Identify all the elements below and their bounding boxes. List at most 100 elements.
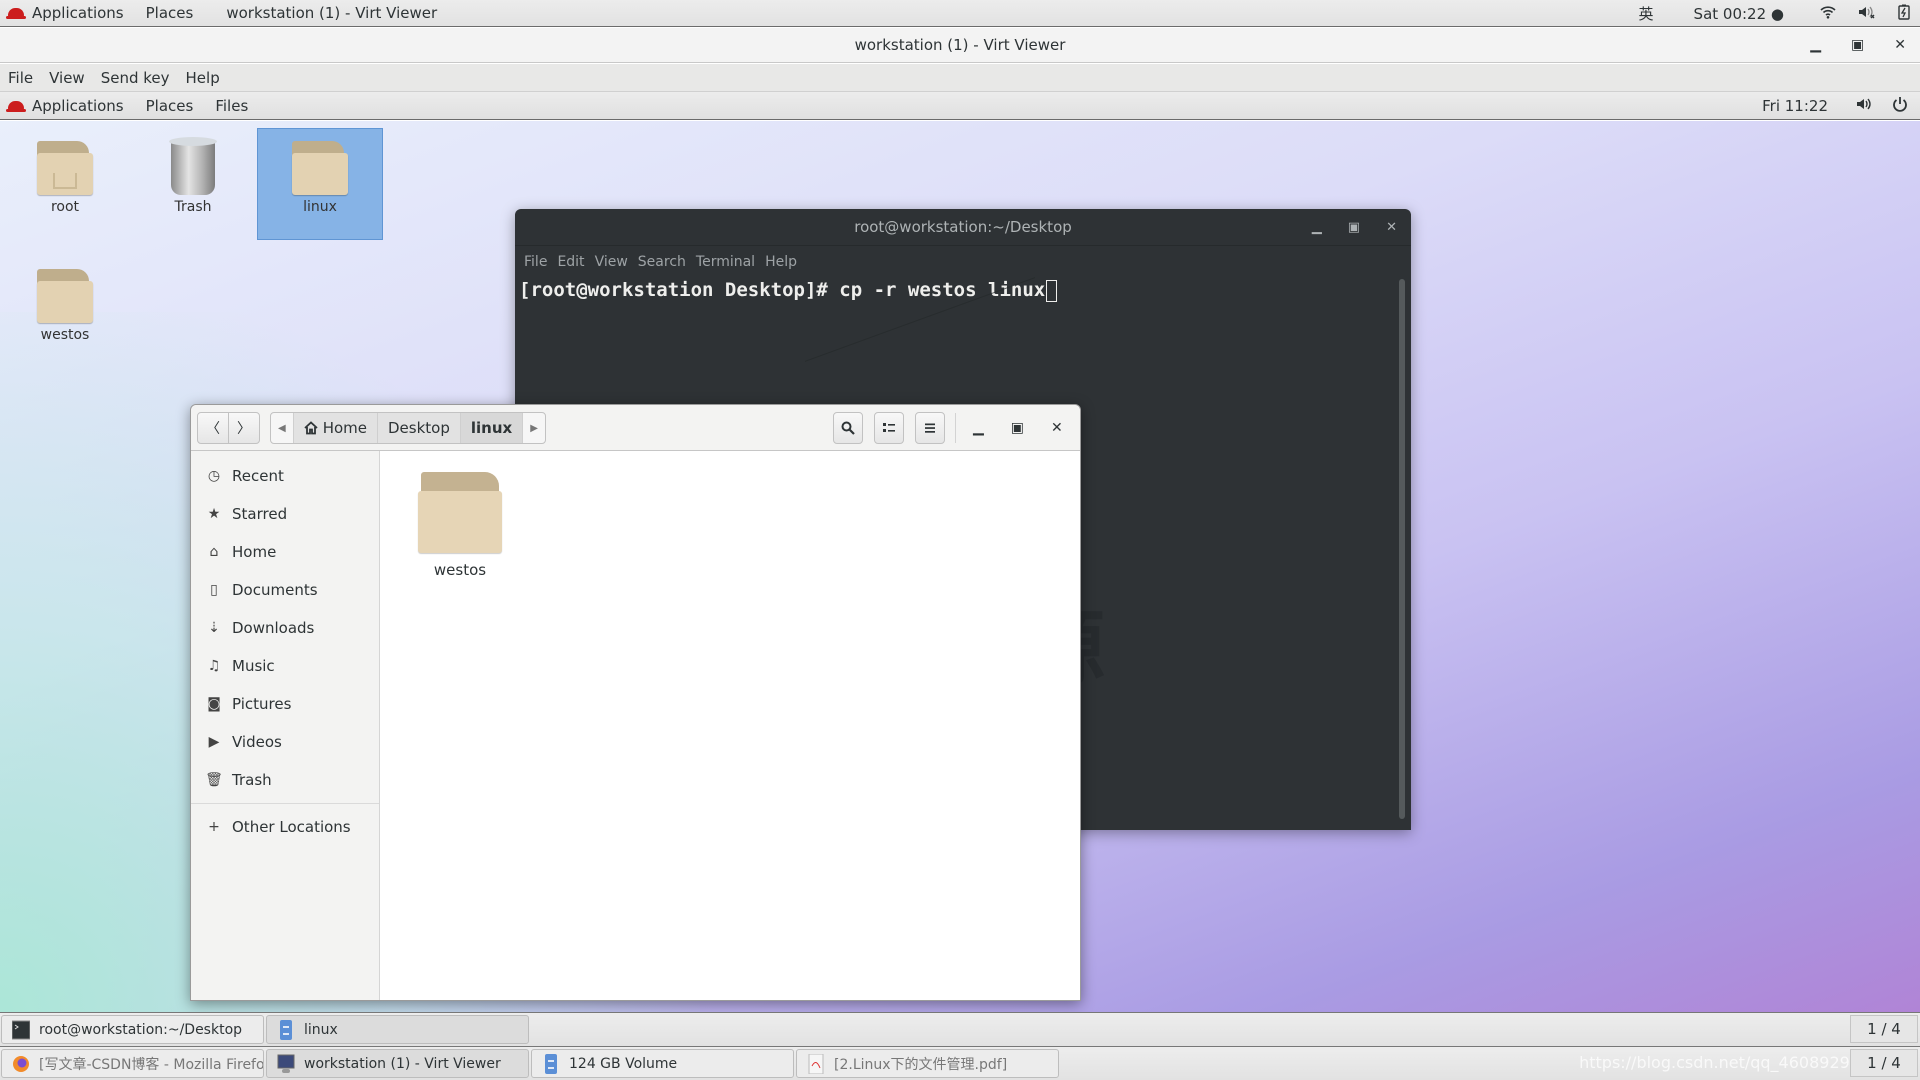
search-button[interactable] bbox=[833, 412, 863, 444]
folder-icon bbox=[418, 469, 502, 553]
sidebar-item-home[interactable]: ⌂ Home bbox=[191, 533, 379, 571]
list-view-icon bbox=[883, 423, 895, 432]
file-item-label: westos bbox=[433, 561, 487, 579]
input-method-indicator[interactable]: 英 bbox=[1639, 3, 1654, 24]
home-icon: ⌂ bbox=[209, 544, 219, 560]
terminal-scrollbar[interactable] bbox=[1399, 279, 1405, 819]
task-linux[interactable]: linux bbox=[266, 1015, 529, 1044]
task-virt-viewer[interactable]: workstation (1) - Virt Viewer bbox=[266, 1049, 529, 1078]
video-icon: ▶ bbox=[208, 734, 220, 750]
guest-taskbar: root@workstation:~/Desktop linux 1 / 4 bbox=[0, 1012, 1920, 1046]
redhat-logo-icon bbox=[6, 8, 26, 19]
host-active-window-title[interactable]: workstation (1) - Virt Viewer bbox=[204, 4, 448, 22]
terminal-titlebar[interactable]: root@workstation:~/Desktop ▁ ▣ ✕ bbox=[515, 209, 1411, 246]
header-separator bbox=[955, 413, 956, 443]
terminal-minimize-button[interactable]: ▁ bbox=[1312, 220, 1322, 235]
terminal-menu-terminal[interactable]: Terminal bbox=[695, 254, 764, 270]
task-terminal[interactable]: root@workstation:~/Desktop bbox=[1, 1015, 264, 1044]
home-folder-icon bbox=[37, 141, 93, 195]
terminal-menu-help[interactable]: Help bbox=[764, 254, 806, 270]
task-label: root@workstation:~/Desktop bbox=[39, 1021, 243, 1038]
viewer-menu-file[interactable]: File bbox=[0, 69, 41, 87]
close-button[interactable]: ✕ bbox=[1894, 37, 1906, 53]
terminal-command-line[interactable]: [root@workstation Desktop]# cp -r westos… bbox=[515, 277, 1411, 305]
guest-clock[interactable]: Fri 11:22 bbox=[1762, 97, 1828, 115]
path-label: linux bbox=[470, 419, 513, 437]
task-label: linux bbox=[304, 1021, 338, 1038]
viewer-menubar: File View Send key Help bbox=[0, 64, 1920, 92]
desktop-icon-label: Trash bbox=[174, 199, 212, 215]
sidebar-item-videos[interactable]: ▶ Videos bbox=[191, 723, 379, 761]
home-icon bbox=[304, 421, 318, 435]
sidebar-item-recent[interactable]: ◷ Recent bbox=[191, 457, 379, 495]
host-top-bar: Applications Places workstation (1) - Vi… bbox=[0, 0, 1920, 27]
sidebar-item-other-locations[interactable]: + Other Locations bbox=[191, 808, 379, 846]
guest-places-menu[interactable]: Places bbox=[135, 97, 205, 115]
path-button-desktop[interactable]: Desktop bbox=[378, 413, 461, 443]
path-bar: ◀ Home Desktop linux ▶ bbox=[270, 412, 546, 444]
files-sidebar: ◷ Recent ★ Starred ⌂ Home ▯ Documents ⇣ Downl… bbox=[191, 451, 380, 1000]
document-icon: ▯ bbox=[210, 582, 218, 598]
task-firefox[interactable]: [写文章-CSDN博客 - Mozilla Firefox] bbox=[1, 1049, 264, 1078]
menu-button[interactable] bbox=[915, 412, 945, 444]
forward-button[interactable]: 〉 bbox=[228, 412, 260, 444]
terminal-maximize-button[interactable]: ▣ bbox=[1348, 220, 1360, 235]
viewer-menu-help[interactable]: Help bbox=[178, 69, 228, 87]
files-maximize-button[interactable]: ▣ bbox=[1011, 420, 1024, 436]
guest-files-menu[interactable]: Files bbox=[204, 97, 259, 115]
wifi-icon[interactable] bbox=[1820, 5, 1836, 23]
desktop-icon-linux[interactable]: linux bbox=[257, 128, 383, 240]
back-button[interactable]: 〈 bbox=[197, 412, 229, 444]
desktop-icon-label: westos bbox=[40, 327, 90, 343]
files-close-button[interactable]: ✕ bbox=[1051, 420, 1063, 436]
host-clock[interactable]: Sat 00:22 ● bbox=[1694, 5, 1784, 23]
path-scroll-left-button[interactable]: ◀ bbox=[271, 413, 294, 443]
terminal-close-button[interactable]: ✕ bbox=[1386, 220, 1397, 235]
desktop-icon-trash[interactable]: Trash bbox=[130, 129, 256, 241]
host-places-menu[interactable]: Places bbox=[135, 4, 205, 22]
task-pdf[interactable]: [2.Linux下的文件管理.pdf] bbox=[796, 1049, 1059, 1078]
task-volume[interactable]: 124 GB Volume bbox=[531, 1049, 794, 1078]
power-icon[interactable] bbox=[1892, 96, 1908, 116]
workspace-pager[interactable]: 1 / 4 bbox=[1850, 1015, 1918, 1043]
terminal-menu-view[interactable]: View bbox=[594, 254, 637, 270]
workspace-pager[interactable]: 1 / 4 bbox=[1850, 1049, 1918, 1077]
terminal-menu-file[interactable]: File bbox=[523, 254, 556, 270]
terminal-menu-edit[interactable]: Edit bbox=[556, 254, 593, 270]
view-toggle-button[interactable] bbox=[874, 412, 904, 444]
files-content-area[interactable]: westos bbox=[381, 451, 1080, 1000]
sidebar-item-label: Downloads bbox=[232, 619, 315, 637]
viewer-menu-send-key[interactable]: Send key bbox=[93, 69, 178, 87]
sidebar-item-starred[interactable]: ★ Starred bbox=[191, 495, 379, 533]
sidebar-item-pictures[interactable]: ◙ Pictures bbox=[191, 685, 379, 723]
files-window[interactable]: 〈 〉 ◀ Home Desktop linux ▶ ▁ ▣ ✕ ◷ Recen… bbox=[190, 404, 1081, 1001]
path-button-home[interactable]: Home bbox=[293, 413, 378, 443]
desktop-icon-westos[interactable]: westos bbox=[2, 257, 128, 369]
files-minimize-button[interactable]: ▁ bbox=[973, 420, 984, 436]
task-label: [写文章-CSDN博客 - Mozilla Firefox] bbox=[39, 1056, 264, 1073]
camera-icon: ◙ bbox=[207, 696, 221, 712]
sidebar-item-trash[interactable]: 🗑 Trash bbox=[191, 761, 379, 799]
file-item-westos[interactable]: westos bbox=[405, 469, 515, 579]
battery-charging-icon[interactable] bbox=[1898, 4, 1910, 24]
csdn-watermark: https://blog.csdn.net/qq_46089299 bbox=[1579, 1053, 1860, 1072]
desktop-icon-root[interactable]: root bbox=[2, 129, 128, 241]
volume-muted-icon[interactable] bbox=[1858, 5, 1876, 23]
maximize-button[interactable]: ▣ bbox=[1851, 37, 1864, 53]
path-button-linux[interactable]: linux bbox=[460, 413, 524, 443]
sidebar-item-downloads[interactable]: ⇣ Downloads bbox=[191, 609, 379, 647]
terminal-menu-search[interactable]: Search bbox=[637, 254, 695, 270]
sidebar-item-music[interactable]: ♫ Music bbox=[191, 647, 379, 685]
guest-applications-menu[interactable]: Applications bbox=[30, 97, 135, 115]
minimize-button[interactable]: ▁ bbox=[1810, 37, 1821, 53]
host-applications-menu[interactable]: Applications bbox=[30, 4, 135, 22]
viewer-menu-view[interactable]: View bbox=[41, 69, 93, 87]
folder-icon bbox=[292, 141, 348, 195]
volume-icon[interactable] bbox=[1856, 97, 1874, 115]
sidebar-divider bbox=[191, 803, 379, 804]
clock-icon: ◷ bbox=[207, 468, 221, 484]
sidebar-item-label: Videos bbox=[232, 733, 282, 751]
path-scroll-right-button[interactable]: ▶ bbox=[523, 413, 545, 443]
sidebar-item-documents[interactable]: ▯ Documents bbox=[191, 571, 379, 609]
sidebar-item-label: Recent bbox=[232, 467, 284, 485]
